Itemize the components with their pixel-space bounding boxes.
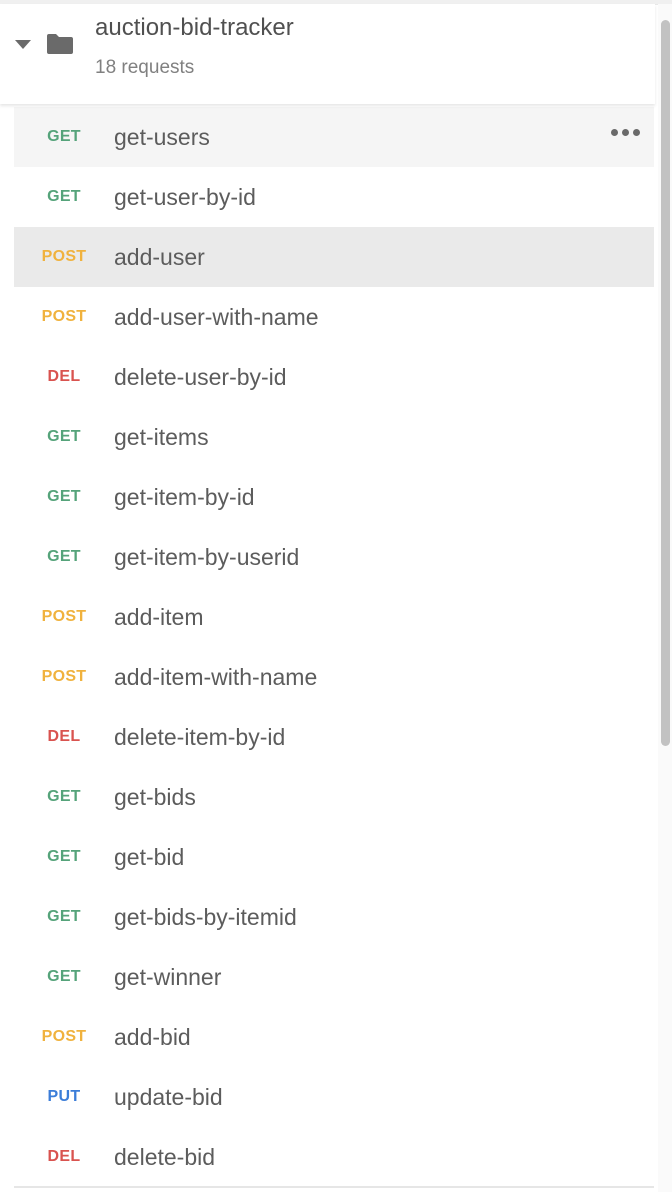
request-name: add-item-with-name xyxy=(114,663,318,690)
request-item[interactable]: POST add-item xyxy=(14,587,654,647)
request-item[interactable]: DEL delete-item-by-id xyxy=(14,707,654,767)
caret-down-icon[interactable] xyxy=(15,40,31,49)
request-item[interactable]: GET get-bids-by-itemid xyxy=(14,887,654,947)
request-item[interactable]: DEL delete-user-by-id xyxy=(14,347,654,407)
request-item[interactable]: POST add-item-with-name xyxy=(14,647,654,707)
request-method-badge: PUT xyxy=(47,1088,81,1105)
request-name: get-user-by-id xyxy=(114,183,256,210)
request-item[interactable]: GET get-users xyxy=(14,107,654,167)
request-item[interactable]: GET get-items xyxy=(14,407,654,467)
request-name: delete-item-by-id xyxy=(114,723,286,750)
request-method-badge: GET xyxy=(47,128,81,145)
collection-title[interactable]: auction-bid-tracker xyxy=(95,14,294,42)
request-method-badge: POST xyxy=(41,308,87,325)
request-name: get-bid xyxy=(114,843,185,870)
request-name: add-item xyxy=(114,603,204,630)
request-method-badge: DEL xyxy=(47,728,81,745)
scrollbar-thumb[interactable] xyxy=(661,20,670,746)
request-name: add-user xyxy=(114,243,205,270)
collection-request-count: 18 requests xyxy=(95,57,195,78)
request-method-badge: DEL xyxy=(47,1148,81,1165)
request-method-badge: GET xyxy=(47,968,81,985)
request-item[interactable]: POST add-user-with-name xyxy=(14,287,654,347)
request-name: get-items xyxy=(114,423,209,450)
request-method-badge: POST xyxy=(41,1028,87,1045)
request-method-badge: GET xyxy=(47,548,81,565)
request-item[interactable]: GET get-item-by-id xyxy=(14,467,654,527)
request-item[interactable]: GET get-user-by-id xyxy=(14,167,654,227)
request-item[interactable]: DEL delete-bid xyxy=(14,1127,654,1187)
request-method-badge: GET xyxy=(47,908,81,925)
request-name: add-bid xyxy=(114,1023,191,1050)
request-item[interactable]: POST add-bid xyxy=(14,1007,654,1067)
request-item[interactable]: GET get-item-by-userid xyxy=(14,527,654,587)
request-method-badge: POST xyxy=(41,668,87,685)
request-name: get-item-by-userid xyxy=(114,543,300,570)
request-method-badge: GET xyxy=(47,428,81,445)
request-name: get-winner xyxy=(114,963,222,990)
request-name: get-bids-by-itemid xyxy=(114,903,297,930)
request-name: add-user-with-name xyxy=(114,303,319,330)
request-method-badge: GET xyxy=(47,848,81,865)
request-method-badge: POST xyxy=(41,248,87,265)
request-method-badge: DEL xyxy=(47,368,81,385)
request-name: get-bids xyxy=(114,783,196,810)
bottom-divider xyxy=(14,1186,654,1188)
request-item[interactable]: GET get-bid xyxy=(14,827,654,887)
request-item[interactable]: GET get-bids xyxy=(14,767,654,827)
folder-icon xyxy=(47,34,73,54)
request-method-badge: GET xyxy=(47,188,81,205)
more-options-icon[interactable] xyxy=(611,129,640,136)
request-method-badge: GET xyxy=(47,788,81,805)
more-dot xyxy=(622,129,629,136)
request-name: delete-user-by-id xyxy=(114,363,287,390)
request-item[interactable]: PUT update-bid xyxy=(14,1067,654,1127)
request-list: GET get-users GET get-user-by-id POST add-use… xyxy=(14,107,654,1187)
request-method-badge: POST xyxy=(41,608,87,625)
collection-header[interactable]: auction-bid-tracker 18 requests xyxy=(0,4,655,104)
request-name: get-users xyxy=(114,123,210,150)
request-item[interactable]: GET get-winner xyxy=(14,947,654,1007)
request-name: get-item-by-id xyxy=(114,483,255,510)
more-dot xyxy=(611,129,618,136)
request-name: delete-bid xyxy=(114,1143,216,1170)
request-method-badge: GET xyxy=(47,488,81,505)
collections-panel: auction-bid-tracker 18 requests GET get-u… xyxy=(0,0,672,1192)
more-dot xyxy=(633,129,640,136)
request-name: update-bid xyxy=(114,1083,223,1110)
request-item[interactable]: POST add-user xyxy=(14,227,654,287)
